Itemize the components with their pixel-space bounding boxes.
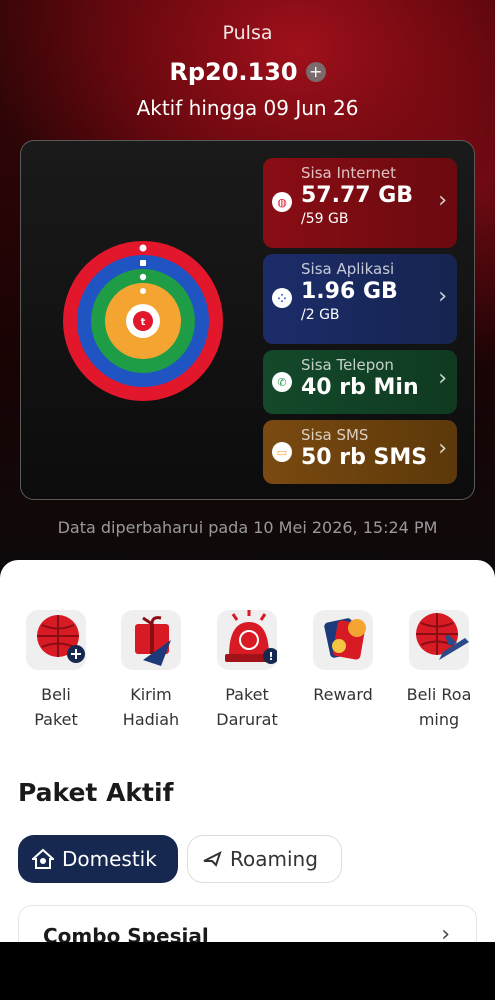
tile-value: 40 rb Min — [301, 375, 419, 400]
data-updated-text: Data diperbaharui pada 10 Mei 2026, 15:2… — [57, 518, 438, 537]
plus-icon[interactable]: + — [305, 62, 326, 82]
globe-mini-icon — [139, 244, 147, 252]
tab-domestik[interactable]: Domestik — [18, 835, 178, 883]
quota-card: t ◍ Sisa Internet 57.77 GB /59 GB › ⁘ Si… — [20, 140, 475, 500]
bottom-sheet: Beli Paket Kirim Hadiah ! Paket Darurat … — [0, 560, 495, 942]
home-icon — [32, 848, 54, 869]
tile-label: Sisa Aplikasi — [301, 260, 395, 278]
tile-internet[interactable]: ◍ Sisa Internet 57.77 GB /59 GB › — [263, 158, 457, 248]
tile-total: /2 GB — [301, 307, 340, 323]
tile-value: 50 rb SMS — [301, 445, 428, 470]
bottom-black-bar — [0, 942, 495, 1000]
menu-reward[interactable]: Reward — [303, 610, 383, 707]
chevron-right-icon: › — [438, 366, 447, 391]
tile-total: /59 GB — [301, 211, 349, 227]
emergency-package-icon: ! — [217, 610, 279, 670]
chevron-right-icon: › — [441, 922, 450, 942]
phone-mini-icon — [139, 273, 147, 281]
menu-label: Beli Roa ming — [406, 685, 472, 729]
chevron-right-icon: › — [438, 188, 447, 213]
tile-label: Sisa SMS — [301, 426, 369, 444]
apps-mini-icon — [140, 260, 146, 266]
chevron-right-icon: › — [438, 284, 447, 309]
menu-kirim-hadiah[interactable]: Kirim Hadiah — [111, 610, 191, 732]
pulsa-label: Pulsa — [222, 22, 273, 44]
buy-roaming-icon — [409, 610, 469, 670]
gift-send-icon — [121, 610, 181, 670]
menu-label: Reward — [313, 685, 373, 704]
package-card[interactable]: Combo Spesial › — [18, 905, 477, 942]
svg-text:!: ! — [268, 650, 273, 663]
tile-label: Sisa Telepon — [301, 356, 394, 374]
active-until: Aktif hingga 09 Jun 26 — [136, 96, 359, 120]
tile-label: Sisa Internet — [301, 164, 397, 182]
balance-row: Rp20.130 + — [0, 58, 495, 86]
phone-icon: ✆ — [272, 372, 292, 392]
globe-icon: ◍ — [272, 192, 292, 212]
apps-grid-icon: ⁘ — [272, 288, 292, 308]
tab-roaming[interactable]: Roaming — [187, 835, 342, 883]
tile-sms[interactable]: ▭ Sisa SMS 50 rb SMS › — [263, 420, 457, 484]
menu-beli-paket[interactable]: Beli Paket — [16, 610, 96, 732]
menu-label: Beli Paket — [34, 685, 78, 729]
message-icon: ▭ — [272, 442, 292, 462]
tile-aplikasi[interactable]: ⁘ Sisa Aplikasi 1.96 GB /2 GB › — [263, 254, 457, 344]
menu-label: Paket Darurat — [216, 685, 278, 729]
quota-donut-chart: t — [63, 241, 223, 401]
message-mini-icon — [140, 288, 146, 294]
tile-value: 57.77 GB — [301, 183, 414, 208]
tab-label: Domestik — [62, 847, 157, 871]
tab-label: Roaming — [230, 847, 318, 871]
section-title-paket-aktif: Paket Aktif — [18, 778, 174, 807]
buy-package-icon — [26, 610, 86, 670]
balance-amount: Rp20.130 — [169, 58, 298, 86]
tile-value: 1.96 GB — [301, 279, 398, 304]
tile-telepon[interactable]: ✆ Sisa Telepon 40 rb Min › — [263, 350, 457, 414]
reward-icon — [313, 610, 373, 670]
menu-beli-roaming[interactable]: Beli Roa ming — [399, 610, 479, 732]
chevron-right-icon: › — [438, 436, 447, 461]
package-name: Combo Spesial — [43, 924, 209, 942]
plane-icon — [203, 851, 222, 867]
menu-label: Kirim Hadiah — [122, 685, 180, 729]
menu-paket-darurat[interactable]: ! Paket Darurat — [207, 610, 287, 732]
svg-text:t: t — [141, 317, 146, 328]
